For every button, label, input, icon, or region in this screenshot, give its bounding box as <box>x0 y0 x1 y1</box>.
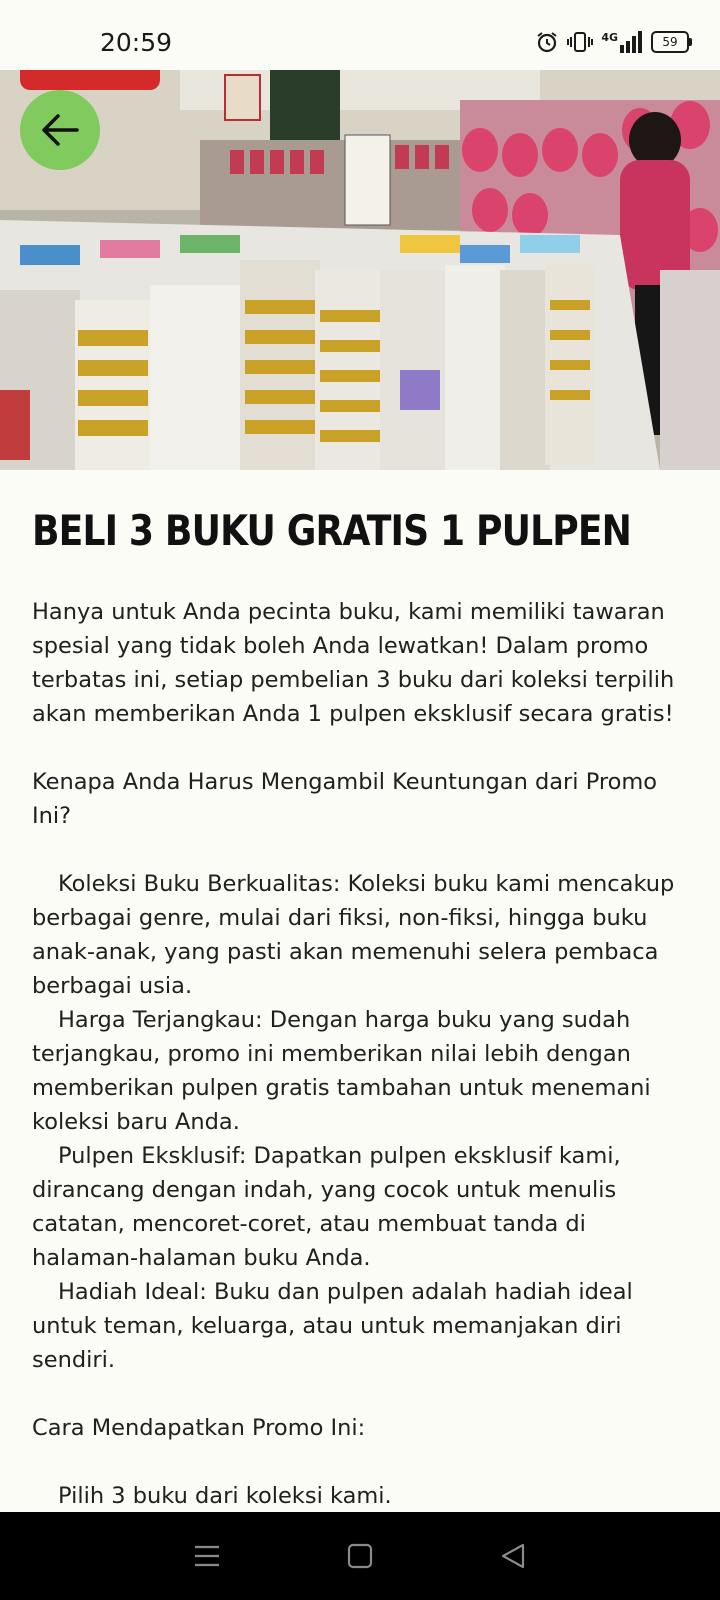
benefit-item: Harga Terjangkau: Dengan harga buku yang… <box>32 1007 651 1135</box>
home-button[interactable] <box>340 1536 380 1576</box>
system-nav-bar <box>0 1512 720 1600</box>
status-bar: 20:59 4G 59 <box>0 0 720 70</box>
menu-icon <box>194 1545 219 1567</box>
article-intro: Hanya untuk Anda pecinta buku, kami memi… <box>32 599 675 727</box>
status-icons: 4G 59 <box>535 30 692 54</box>
network-type: 4G <box>601 31 618 44</box>
article-body: Hanya untuk Anda pecinta buku, kami memi… <box>32 595 692 1513</box>
signal-icon: 4G <box>601 31 643 53</box>
menu-button[interactable] <box>187 1536 227 1576</box>
benefit-item: Hadiah Ideal: Buku dan pulpen adalah had… <box>32 1279 633 1373</box>
battery-icon: 59 <box>651 31 692 53</box>
triangle-back-icon <box>502 1543 525 1569</box>
square-home-icon <box>347 1543 373 1569</box>
article: BELI 3 BUKU GRATIS 1 PULPEN Hanya untuk … <box>32 505 692 1513</box>
benefit-item: Koleksi Buku Berkualitas: Koleksi buku k… <box>32 871 675 999</box>
bookstore-photo-icon <box>0 70 720 470</box>
battery-level: 59 <box>651 31 689 53</box>
hero-image <box>0 70 720 470</box>
benefit-item: Pulpen Eksklusif: Dapatkan pulpen eksklu… <box>32 1143 621 1271</box>
back-nav-button[interactable] <box>493 1536 533 1576</box>
how-heading: Cara Mendapatkan Promo Ini: <box>32 1415 366 1441</box>
vibrate-icon <box>567 30 594 54</box>
arrow-left-icon <box>42 114 79 146</box>
why-heading: Kenapa Anda Harus Mengambil Keuntungan d… <box>32 769 658 829</box>
step-item: Pilih 3 buku dari koleksi kami. <box>58 1483 392 1509</box>
back-button[interactable] <box>20 90 100 170</box>
alarm-icon <box>535 30 559 54</box>
status-time: 20:59 <box>100 28 173 57</box>
article-title: BELI 3 BUKU GRATIS 1 PULPEN <box>32 506 632 555</box>
